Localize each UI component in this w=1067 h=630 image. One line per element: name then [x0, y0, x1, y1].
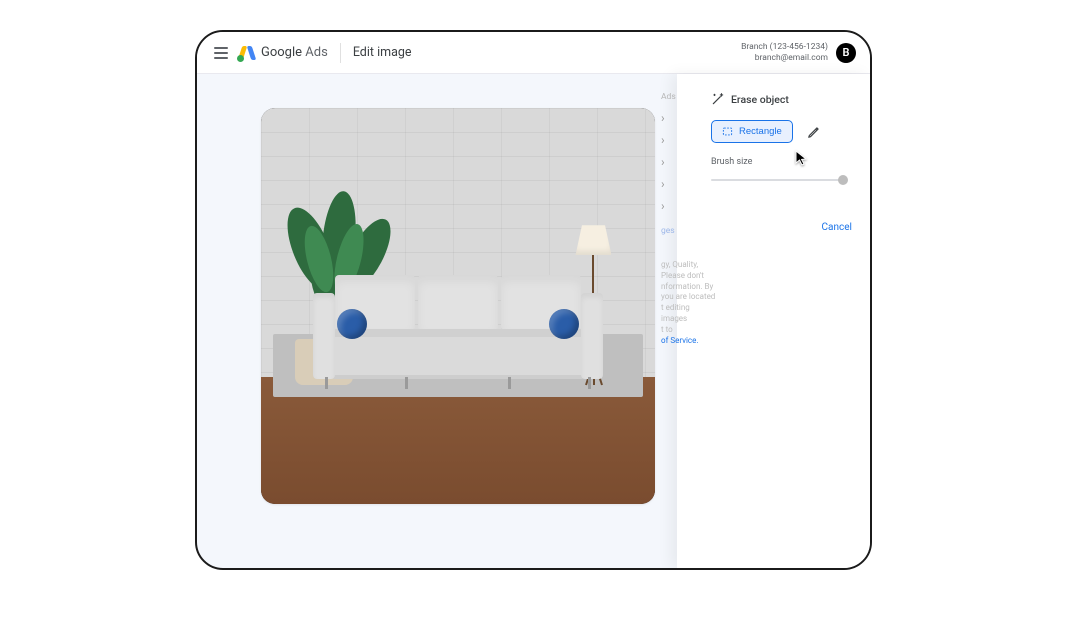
- image-canvas[interactable]: [261, 108, 655, 504]
- pencil-icon: [807, 125, 821, 139]
- selection-tool-row: Rectangle: [677, 116, 870, 143]
- cancel-button[interactable]: Cancel: [822, 222, 852, 233]
- chevron-right-icon[interactable]: ›: [661, 156, 683, 168]
- panel-title: Erase object: [731, 93, 789, 106]
- slider-thumb[interactable]: [838, 175, 848, 185]
- ghost-link-fragment: ges: [661, 226, 683, 236]
- brand-text: Google Ads: [261, 45, 328, 60]
- account-switcher[interactable]: Branch (123-456-1234) branch@email.com B: [741, 42, 856, 62]
- chevron-right-icon[interactable]: ›: [661, 112, 683, 124]
- menu-icon: [214, 47, 228, 59]
- avatar[interactable]: B: [836, 43, 856, 63]
- rectangle-tool-label: Rectangle: [739, 126, 782, 137]
- page-title: Edit image: [353, 45, 412, 60]
- rectangle-tool-button[interactable]: Rectangle: [711, 120, 793, 143]
- account-name: Branch (123-456-1234): [741, 42, 828, 52]
- chevron-right-icon[interactable]: ›: [661, 200, 683, 212]
- google-ads-logo-icon: [239, 45, 255, 61]
- ghost-label: Ads: [661, 92, 683, 102]
- brush-size-control: Brush size: [677, 143, 870, 187]
- app-header: Google Ads Edit image Branch (123-456-12…: [197, 32, 870, 74]
- chevron-right-icon[interactable]: ›: [661, 178, 683, 190]
- rectangle-select-icon: [722, 126, 733, 137]
- freehand-tool-button[interactable]: [803, 121, 825, 143]
- account-text: Branch (123-456-1234) branch@email.com: [741, 42, 828, 62]
- brand-logo: Google Ads: [239, 45, 328, 61]
- panel-header: Erase object: [677, 74, 870, 116]
- brand-secondary: Ads: [305, 45, 328, 60]
- brush-size-label: Brush size: [711, 157, 848, 167]
- ghost-disclaimer: gy, Quality, Please don't nformation. By…: [661, 260, 717, 346]
- erase-object-panel: Ads › › › › › ges gy, Quality, Please do…: [677, 74, 870, 568]
- background-panel-fragment: Ads › › › › › ges gy, Quality, Please do…: [661, 92, 683, 346]
- main-menu-button[interactable]: [207, 39, 235, 67]
- app-window: Google Ads Edit image Branch (123-456-12…: [195, 30, 872, 570]
- brand-primary: Google: [261, 45, 302, 60]
- brush-size-slider[interactable]: [711, 173, 848, 187]
- magic-wand-icon: [711, 92, 725, 106]
- edited-image: [261, 108, 655, 504]
- header-divider: [340, 43, 341, 63]
- chevron-right-icon[interactable]: ›: [661, 134, 683, 146]
- account-email: branch@email.com: [741, 53, 828, 63]
- editor-body: Ads › › › › › ges gy, Quality, Please do…: [197, 74, 870, 568]
- sofa-object: [313, 261, 603, 389]
